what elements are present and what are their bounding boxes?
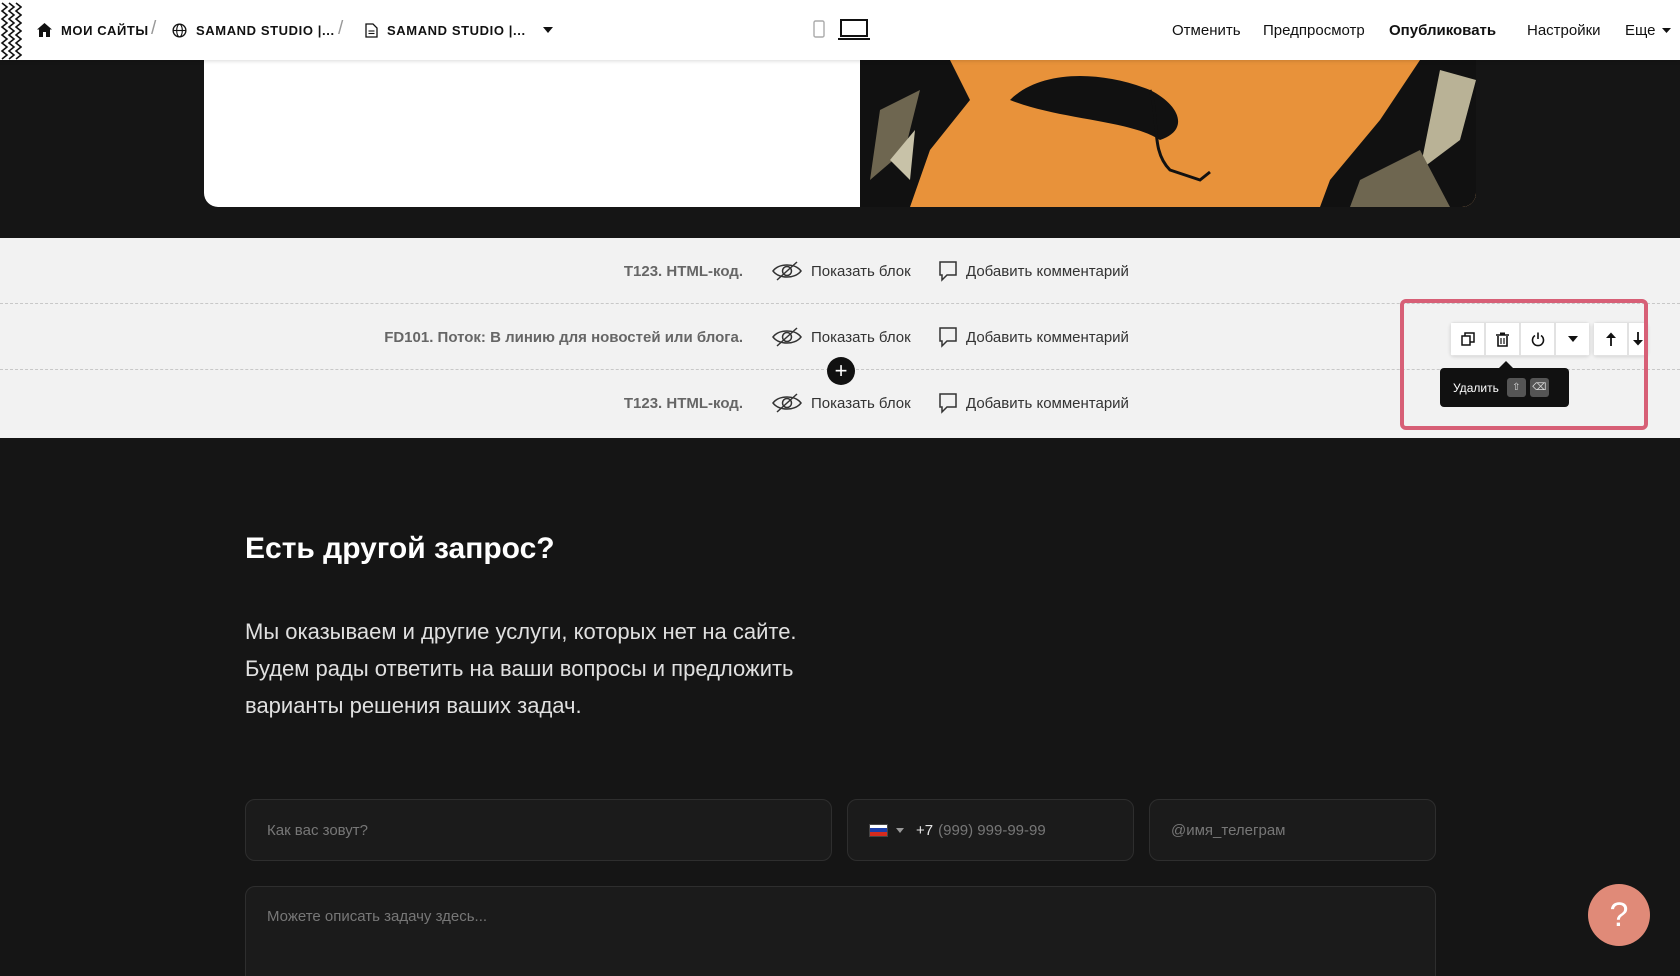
breadcrumb-page[interactable]: SAMAND STUDIO |... (365, 0, 553, 60)
block-title: T123. HTML-код. (623, 394, 743, 412)
comment-icon (939, 327, 957, 348)
trash-icon (1496, 332, 1509, 347)
message-placeholder: Можете описать задачу здесь... (267, 908, 488, 925)
move-down-button[interactable] (1628, 322, 1648, 356)
power-icon (1531, 332, 1544, 346)
contact-text-line: варианты решения ваших задач. (245, 693, 582, 718)
breadcrumb-separator: / (151, 18, 157, 39)
editor-topbar: МОИ САЙТЫ / SAMAND STUDIO |... / SAMAND … (0, 0, 1680, 60)
preview-button[interactable]: Предпросмотр (1263, 0, 1365, 60)
russia-flag-icon[interactable] (869, 823, 888, 837)
hidden-block-row[interactable]: T123. HTML-код. Показать блок Добавить к… (0, 238, 1680, 304)
block-title: FD101. Поток: В линию для новостей или б… (384, 328, 743, 346)
toggle-visibility-button[interactable] (1520, 322, 1555, 356)
logo-icon (0, 0, 22, 60)
more-menu-button[interactable]: Еще (1625, 0, 1671, 60)
hero-section (0, 60, 1680, 238)
chevron-down-icon[interactable] (896, 827, 904, 833)
eye-off-icon (772, 261, 802, 281)
show-block-label: Показать блок (811, 328, 911, 346)
help-button[interactable]: ? (1588, 884, 1650, 946)
delete-tooltip: Удалить ⇧ ⌫ (1440, 368, 1569, 407)
add-comment-button[interactable]: Добавить комментарий (938, 370, 1129, 436)
name-input[interactable]: Как вас зовут? (245, 799, 832, 861)
show-block-button[interactable]: Показать блок (771, 238, 911, 304)
telegram-input[interactable]: @имя_телеграм (1149, 799, 1436, 861)
phone-placeholder: (999) 999-99-99 (938, 821, 1046, 839)
message-textarea[interactable]: Можете описать задачу здесь... (245, 886, 1436, 976)
more-label: Еще (1625, 21, 1656, 39)
show-block-label: Показать блок (811, 394, 911, 412)
more-options-button[interactable] (1555, 322, 1590, 356)
contact-text-line: Мы оказываем и другие услуги, которых не… (245, 619, 797, 644)
toolbar-move-group (1593, 322, 1648, 356)
chevron-down-icon[interactable] (542, 27, 553, 33)
breadcrumb-label: SAMAND STUDIO |... (387, 22, 526, 38)
hidden-blocks-area: T123. HTML-код. Показать блок Добавить к… (0, 238, 1680, 438)
duplicate-button[interactable] (1450, 322, 1485, 356)
move-up-button[interactable] (1593, 322, 1628, 356)
show-block-label: Показать блок (811, 262, 911, 280)
cancel-button[interactable]: Отменить (1172, 0, 1241, 60)
chevron-down-icon (1661, 27, 1671, 33)
add-comment-label: Добавить комментарий (966, 262, 1129, 280)
shift-key-icon: ⇧ (1506, 378, 1526, 397)
phone-input[interactable]: +7 (999) 999-99-99 (847, 799, 1134, 861)
breadcrumb-separator: / (338, 18, 344, 39)
name-placeholder: Как вас зовут? (267, 821, 369, 839)
eye-off-icon (772, 393, 802, 413)
block-title: T123. HTML-код. (623, 262, 743, 280)
home-icon (37, 23, 52, 37)
block-toolbar (1450, 322, 1648, 356)
chevron-down-icon (1567, 336, 1578, 342)
add-block-button[interactable]: + (827, 357, 855, 385)
arrow-up-icon (1605, 332, 1616, 346)
add-comment-button[interactable]: Добавить комментарий (938, 238, 1129, 304)
contact-title: Есть другой запрос? (245, 532, 555, 565)
duplicate-icon (1460, 332, 1475, 346)
page-icon (365, 22, 378, 38)
phone-country-code: +7 (916, 821, 934, 839)
tooltip-label: Удалить (1453, 380, 1499, 395)
settings-button[interactable]: Настройки (1527, 0, 1601, 60)
breadcrumb-site[interactable]: SAMAND STUDIO |... (172, 0, 335, 60)
contact-section: Есть другой запрос? Мы оказываем и други… (0, 438, 1680, 976)
breadcrumb-label: МОИ САЙТЫ (61, 22, 149, 38)
toolbar-main-group (1450, 322, 1590, 356)
add-comment-label: Добавить комментарий (966, 394, 1129, 412)
comment-icon (939, 261, 957, 282)
comment-icon (939, 393, 957, 414)
globe-icon (172, 22, 187, 38)
eye-off-icon (772, 327, 802, 347)
arrow-down-icon (1633, 332, 1643, 346)
hero-card (204, 60, 1476, 207)
mobile-view-icon[interactable] (812, 18, 826, 45)
breadcrumb-label: SAMAND STUDIO |... (196, 22, 335, 38)
delete-button[interactable] (1485, 322, 1520, 356)
backspace-key-icon: ⌫ (1529, 378, 1549, 397)
contact-text-line: Будем рады ответить на ваши вопросы и пр… (245, 656, 794, 681)
hero-illustration (860, 60, 1476, 207)
publish-button[interactable]: Опубликовать (1389, 0, 1496, 60)
add-comment-button[interactable]: Добавить комментарий (938, 304, 1129, 370)
telegram-placeholder: @имя_телеграм (1171, 821, 1286, 839)
breadcrumb-my-sites[interactable]: МОИ САЙТЫ (37, 0, 149, 60)
add-comment-label: Добавить комментарий (966, 328, 1129, 346)
desktop-view-icon[interactable] (838, 18, 870, 47)
